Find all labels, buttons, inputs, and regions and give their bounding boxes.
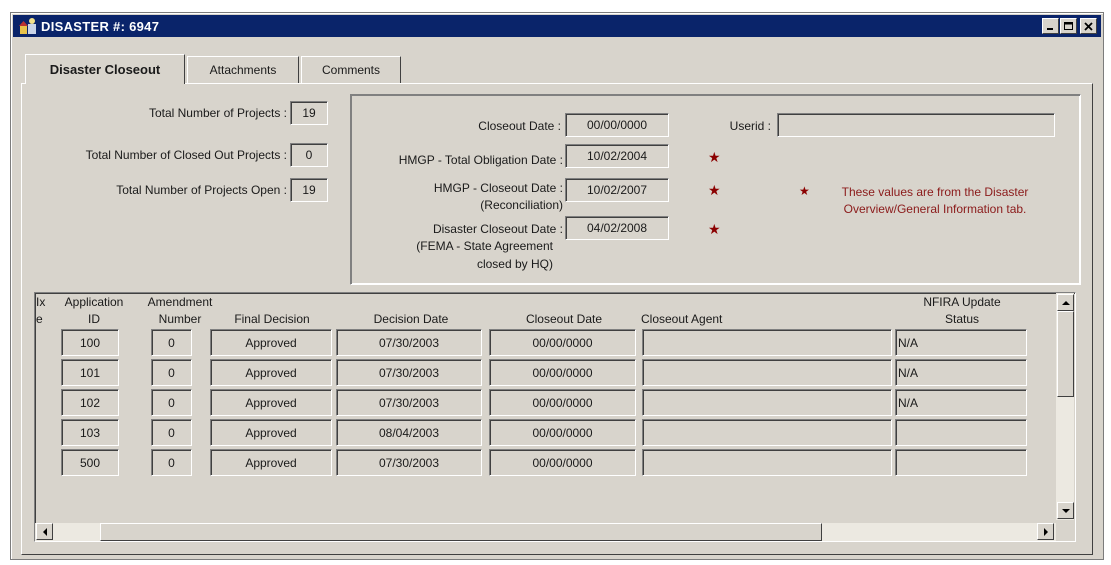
cell-closeout-agent[interactable]: [642, 419, 892, 446]
cell-closeout-agent[interactable]: [642, 449, 892, 476]
disaster-closeout-sublabel-1: (FEMA - State Agreement: [416, 239, 553, 253]
closeout-date-label: Closeout Date :: [478, 119, 561, 133]
cell-closeout-date[interactable]: 00/00/0000: [489, 389, 636, 416]
total-projects-field: 19: [290, 101, 328, 125]
vertical-scrollbar[interactable]: [1056, 293, 1074, 520]
closeout-date-field[interactable]: 00/00/0000: [565, 113, 669, 137]
hmgp-closeout-label: HMGP - Closeout Date :: [433, 181, 563, 195]
horizontal-scrollbar[interactable]: [35, 523, 1056, 541]
grid-header-amendment: Amendment: [147, 295, 213, 309]
cell-amendment-number[interactable]: 0: [151, 449, 192, 476]
open-projects-field: 19: [290, 178, 328, 202]
grid-header-decision-date: Decision Date: [373, 312, 449, 326]
cell-nfira-status[interactable]: [895, 419, 1027, 446]
disaster-closeout-sublabel-2: closed by HQ): [476, 257, 553, 271]
star-marker-icon: ★: [708, 182, 721, 198]
cell-application-id[interactable]: 100: [61, 329, 119, 356]
tab-attachments[interactable]: Attachments: [187, 56, 299, 83]
cell-amendment-number[interactable]: 0: [151, 359, 192, 386]
cell-closeout-agent[interactable]: [642, 359, 892, 386]
cell-final-decision[interactable]: Approved: [210, 329, 332, 356]
cell-final-decision[interactable]: Approved: [210, 359, 332, 386]
cell-closeout-date[interactable]: 00/00/0000: [489, 419, 636, 446]
scroll-right-icon[interactable]: [1037, 523, 1054, 540]
grid-header-application: Application: [64, 295, 124, 309]
hmgp-obligation-field: 10/02/2004: [565, 144, 669, 168]
grid-header-amendment-number: Number: [158, 312, 202, 326]
cell-closeout-date[interactable]: 00/00/0000: [489, 449, 636, 476]
scroll-up-icon[interactable]: [1057, 294, 1074, 311]
close-icon[interactable]: [1080, 18, 1097, 34]
projects-grid: Ix e Application ID Amendment Number Fin…: [34, 292, 1076, 542]
cell-decision-date[interactable]: 07/30/2003: [336, 449, 482, 476]
cell-decision-date[interactable]: 07/30/2003: [336, 359, 482, 386]
disaster-window: DISASTER #: 6947 Disaster Closeout Attac…: [10, 12, 1104, 560]
cell-amendment-number[interactable]: 0: [151, 329, 192, 356]
cell-application-id[interactable]: 500: [61, 449, 119, 476]
closed-projects-label: Total Number of Closed Out Projects :: [85, 148, 287, 162]
window-title: DISASTER #: 6947: [41, 18, 160, 34]
cell-application-id[interactable]: 103: [61, 419, 119, 446]
disaster-closeout-label: Disaster Closeout Date :: [432, 222, 563, 236]
cell-final-decision[interactable]: Approved: [210, 419, 332, 446]
cell-decision-date[interactable]: 07/30/2003: [336, 389, 482, 416]
disaster-app-icon: [17, 16, 39, 36]
cell-closeout-agent[interactable]: [642, 329, 892, 356]
userid-label: Userid :: [729, 119, 771, 133]
cell-nfira-status[interactable]: N/A: [895, 329, 1027, 356]
cell-decision-date[interactable]: 07/30/2003: [336, 329, 482, 356]
grid-header-index-cont: e: [36, 312, 43, 326]
grid-header-application-id: ID: [88, 312, 100, 326]
scroll-down-icon[interactable]: [1057, 502, 1074, 519]
horizontal-scroll-thumb[interactable]: [100, 523, 822, 541]
grid-header-nfira: NFIRA Update: [923, 295, 1001, 309]
hmgp-closeout-sublabel: (Reconciliation): [480, 198, 563, 212]
grid-header-index: Ix: [36, 295, 46, 309]
source-note-line-2: Overview/General Information tab.: [843, 202, 1027, 216]
maximize-icon[interactable]: [1060, 18, 1077, 34]
disaster-closeout-field: 04/02/2008: [565, 216, 669, 240]
cell-closeout-date[interactable]: 00/00/0000: [489, 329, 636, 356]
cell-closeout-date[interactable]: 00/00/0000: [489, 359, 636, 386]
userid-field[interactable]: [777, 113, 1055, 137]
cell-nfira-status[interactable]: N/A: [895, 359, 1027, 386]
cell-nfira-status[interactable]: N/A: [895, 389, 1027, 416]
tab-comments[interactable]: Comments: [301, 56, 401, 83]
source-note-line-1: These values are from the Disaster: [841, 185, 1029, 199]
cell-nfira-status[interactable]: [895, 449, 1027, 476]
grid-header-nfira-status: Status: [944, 312, 980, 326]
total-projects-label: Total Number of Projects :: [148, 106, 287, 120]
grid-header-closeout-agent: Closeout Agent: [641, 312, 723, 326]
hmgp-obligation-label: HMGP - Total Obligation Date :: [398, 153, 563, 167]
cell-final-decision[interactable]: Approved: [210, 449, 332, 476]
grid-header-final-decision: Final Decision: [234, 312, 310, 326]
title-bar[interactable]: DISASTER #: 6947: [13, 15, 1101, 37]
cell-amendment-number[interactable]: 0: [151, 419, 192, 446]
vertical-scroll-thumb[interactable]: [1057, 311, 1074, 397]
cell-application-id[interactable]: 102: [61, 389, 119, 416]
star-marker-icon: ★: [708, 149, 721, 165]
scroll-left-icon[interactable]: [36, 523, 53, 540]
cell-final-decision[interactable]: Approved: [210, 389, 332, 416]
star-marker-icon: ★: [708, 221, 721, 237]
open-projects-label: Total Number of Projects Open :: [116, 183, 287, 197]
tab-disaster-closeout[interactable]: Disaster Closeout: [25, 54, 185, 84]
minimize-icon[interactable]: [1042, 18, 1059, 34]
hmgp-closeout-field: 10/02/2007: [565, 178, 669, 202]
cell-amendment-number[interactable]: 0: [151, 389, 192, 416]
grid-header-closeout-date: Closeout Date: [525, 312, 603, 326]
cell-decision-date[interactable]: 08/04/2003: [336, 419, 482, 446]
cell-application-id[interactable]: 101: [61, 359, 119, 386]
closed-projects-field: 0: [290, 143, 328, 167]
cell-closeout-agent[interactable]: [642, 389, 892, 416]
